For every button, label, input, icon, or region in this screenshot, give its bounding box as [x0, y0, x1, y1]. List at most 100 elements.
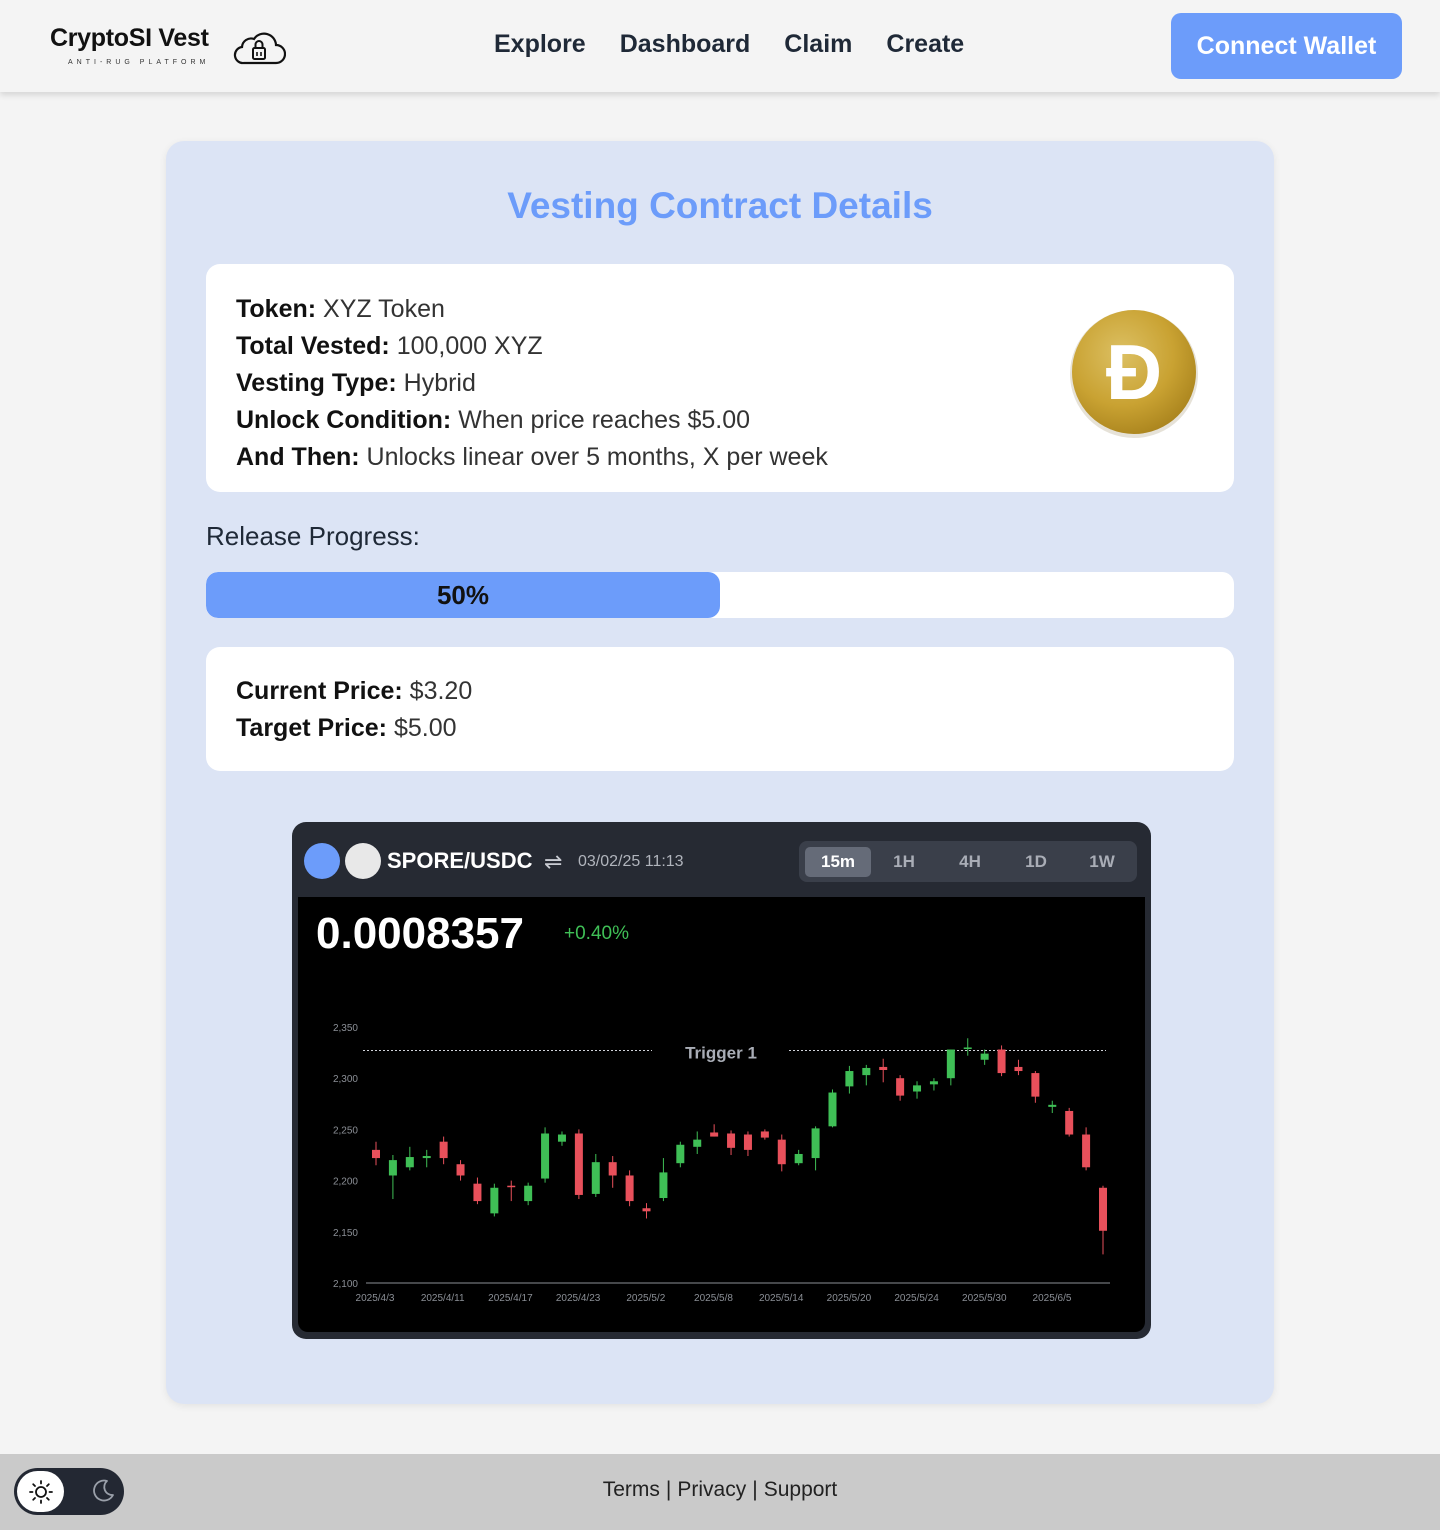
candle-body	[591, 1162, 600, 1194]
candle-body	[743, 1134, 752, 1150]
footer: Terms | Privacy | Support	[0, 1454, 1440, 1530]
candle-body	[405, 1157, 414, 1168]
current-price-row: Current Price: $3.20	[236, 673, 472, 710]
footer-link-terms[interactable]: Terms	[603, 1478, 660, 1501]
footer-link-privacy[interactable]: Privacy	[677, 1478, 746, 1501]
x-tick-label: 2025/5/30	[962, 1293, 1007, 1304]
timeframe-selector: 15m 1H 4H 1D 1W	[799, 841, 1137, 882]
nav-explore[interactable]: Explore	[494, 30, 586, 62]
candle-body	[710, 1132, 719, 1137]
x-tick-label: 2025/4/23	[556, 1293, 601, 1304]
candle-body	[1048, 1104, 1057, 1107]
candle-body	[862, 1067, 871, 1076]
x-tick-label: 2025/6/5	[1033, 1293, 1072, 1304]
y-tick-label: 2,250	[333, 1125, 358, 1136]
token-row: Token: XYZ Token	[236, 291, 828, 328]
candle-body	[422, 1156, 431, 1159]
y-tick-label: 2,200	[333, 1177, 358, 1188]
contract-info-box: Token: XYZ Token Total Vested: 100,000 X…	[206, 264, 1234, 492]
and-then-label: And Then:	[236, 443, 360, 471]
nav-dashboard[interactable]: Dashboard	[620, 30, 751, 62]
vesting-type-row: Vesting Type: Hybrid	[236, 365, 828, 402]
candle-body	[777, 1139, 786, 1165]
x-tick-label: 2025/5/2	[626, 1293, 665, 1304]
candle-body	[557, 1134, 566, 1142]
total-vested-row: Total Vested: 100,000 XYZ	[236, 328, 828, 365]
candle-body	[1099, 1187, 1107, 1231]
unlock-condition-label: Unlock Condition:	[236, 406, 452, 434]
candle-body	[896, 1078, 905, 1096]
total-vested-label: Total Vested:	[236, 332, 390, 360]
timeframe-1h[interactable]: 1H	[871, 847, 937, 877]
timeframe-15m[interactable]: 15m	[805, 846, 871, 877]
quote-token-icon	[345, 843, 381, 879]
candle-body	[946, 1049, 955, 1079]
x-tick-label: 2025/5/20	[827, 1293, 872, 1304]
candle-body	[794, 1153, 803, 1164]
y-tick-label: 2,100	[333, 1279, 358, 1290]
candle-body	[456, 1164, 465, 1176]
nav-create[interactable]: Create	[886, 30, 964, 62]
connect-wallet-button[interactable]: Connect Wallet	[1171, 13, 1402, 79]
brand-logo[interactable]: CryptoSI Vest ANTI-RUG PLATFORM	[50, 22, 290, 72]
candle-body	[388, 1160, 397, 1176]
release-progress-bar: 50%	[206, 572, 1234, 618]
nav-claim[interactable]: Claim	[784, 30, 852, 62]
trading-pair: SPORE/USDC	[387, 848, 533, 873]
main-nav: Explore Dashboard Claim Create	[494, 30, 964, 62]
candle-body	[625, 1175, 634, 1202]
candle-body	[879, 1066, 888, 1071]
target-price-value: $5.00	[393, 714, 457, 742]
candle-body	[541, 1133, 550, 1179]
footer-separator: |	[752, 1478, 758, 1501]
cloud-lock-icon	[233, 32, 286, 65]
chart-datetime: 03/02/25 11:13	[578, 853, 684, 870]
current-price-label: Current Price:	[236, 677, 403, 705]
candle-body	[574, 1133, 583, 1195]
footer-link-support[interactable]: Support	[764, 1478, 838, 1501]
candle-body	[929, 1081, 938, 1085]
target-price-row: Target Price: $5.00	[236, 710, 472, 747]
y-tick-label: 2,350	[333, 1023, 358, 1034]
candle-body	[608, 1162, 617, 1176]
current-price-value: $3.20	[409, 677, 473, 705]
x-tick-label: 2025/4/11	[421, 1293, 465, 1304]
candle-body	[659, 1172, 668, 1199]
candlestick-chart[interactable]: 0.0008357 +0.40% 2,350 2,300 2,250 2,200 2,1…	[298, 897, 1145, 1332]
total-vested-value: 100,000 XYZ	[396, 332, 543, 360]
trigger-label: Trigger 1	[685, 1044, 757, 1063]
candle-body	[676, 1144, 685, 1164]
unlock-condition-value: When price reaches $5.00	[458, 406, 751, 434]
coin-symbol: Ð	[1106, 328, 1162, 416]
timeframe-1w[interactable]: 1W	[1069, 847, 1135, 877]
candle-body	[1031, 1073, 1040, 1097]
x-tick-label: 2025/5/24	[894, 1293, 939, 1304]
candle-body	[828, 1092, 837, 1127]
candle-body	[1082, 1134, 1091, 1168]
brand-tagline: ANTI-RUG PLATFORM	[68, 59, 210, 66]
x-tick-label: 2025/5/14	[759, 1293, 804, 1304]
candle-body	[913, 1085, 922, 1092]
candle-body	[693, 1139, 702, 1147]
timeframe-1d[interactable]: 1D	[1003, 847, 1069, 877]
candle-body	[439, 1141, 448, 1159]
vesting-card: Vesting Contract Details Token: XYZ Toke…	[166, 141, 1274, 1404]
price-chart-widget: SPORE/USDC ⇌ 03/02/25 11:13 15m 1H 4H 1D…	[292, 822, 1151, 1339]
progress-label: Release Progress:	[206, 521, 420, 551]
page-title: Vesting Contract Details	[507, 185, 933, 226]
candle-body	[811, 1128, 820, 1159]
candle-body	[507, 1185, 516, 1188]
candle-body	[1065, 1110, 1074, 1135]
candle-body	[963, 1047, 972, 1049]
progress-fill: 50%	[206, 572, 720, 618]
x-tick-label: 2025/4/17	[488, 1293, 533, 1304]
candle-body	[642, 1208, 651, 1212]
candle-body	[727, 1133, 736, 1148]
token-value: XYZ Token	[323, 295, 445, 323]
swap-arrows-icon[interactable]: ⇌	[544, 849, 562, 875]
footer-separator: |	[665, 1478, 672, 1501]
timeframe-4h[interactable]: 4H	[937, 847, 1003, 877]
candle-body	[760, 1131, 769, 1138]
vesting-type-value: Hybrid	[403, 369, 476, 397]
x-tick-label: 2025/5/8	[694, 1293, 733, 1304]
